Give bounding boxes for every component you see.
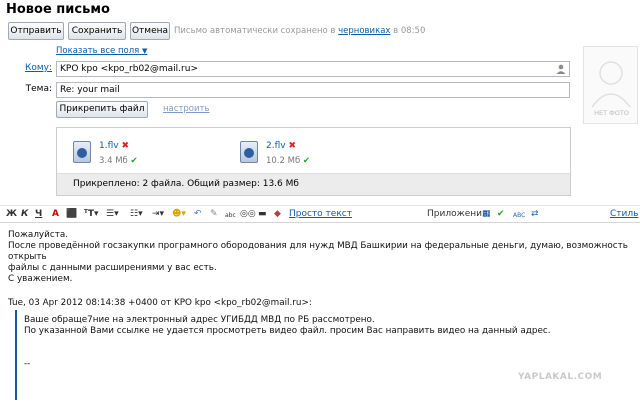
spellcheck-icon[interactable]: abc: [225, 210, 236, 222]
quoted-message: Ваше обраще7ние на электронный адрес УГИ…: [15, 310, 615, 400]
underline-button[interactable]: Ч: [35, 208, 42, 220]
quote-header: Tue, 03 Apr 2012 08:14:38 +0400 от KPO k…: [8, 298, 312, 308]
watermark: YAPLAKAL.COM: [518, 372, 603, 382]
attachment-size-1: 3.4 Мб ✔: [99, 156, 138, 166]
signature-icon[interactable]: ✎: [210, 208, 218, 220]
undo-icon[interactable]: ↶: [194, 208, 202, 220]
send-button[interactable]: Отправить: [8, 22, 64, 40]
subject-field-value: Re: your mail: [60, 85, 120, 95]
eraser-icon[interactable]: ◆: [274, 208, 281, 220]
italic-button[interactable]: К: [21, 208, 28, 220]
text-color-icon[interactable]: A: [52, 208, 59, 220]
attachment-name-1[interactable]: 1.flv ✖: [99, 141, 129, 151]
highlight-icon[interactable]: ⬛: [66, 208, 77, 220]
autosave-suffix: в 08:50: [393, 26, 426, 36]
font-size-icon[interactable]: ᵀT▾: [84, 208, 99, 220]
list-icon[interactable]: ☷▾: [130, 208, 143, 220]
quote-line: По указанной Вами ссылке не удается прос…: [24, 326, 551, 336]
translate-icon[interactable]: ◎◎: [240, 208, 256, 220]
format-toolbar: Ж К Ч A ⬛ ᵀT▾ ☰▾ ☷▾ ⇥▾ ☻▾ ↶ ✎ abc ◎◎ ▬ ◆…: [0, 205, 640, 222]
page-title: Новое письмо: [6, 2, 110, 17]
message-line: После проведённой госзакупки програмного…: [8, 241, 628, 262]
subject-label: Тема:: [25, 84, 52, 94]
configure-link[interactable]: настроить: [163, 104, 209, 114]
cancel-button[interactable]: Отмена: [130, 22, 170, 40]
indent-icon[interactable]: ⇥▾: [152, 208, 164, 220]
video-file-icon: [73, 141, 91, 163]
message-line: С уважением.: [8, 274, 73, 284]
no-photo-caption: НЕТ ФОТО: [594, 109, 629, 117]
bold-button[interactable]: Ж: [6, 208, 17, 220]
quote-signature: --: [24, 359, 31, 369]
attachments-panel: 1.flv ✖ 3.4 Мб ✔ 2.flv ✖ 10.2 Мб ✔ Прикр…: [56, 127, 571, 196]
checkmark-icon: ✔: [302, 156, 311, 166]
contact-icon[interactable]: [556, 64, 566, 74]
to-label[interactable]: Кому:: [2, 63, 52, 73]
app-check-icon[interactable]: ✔: [497, 208, 505, 220]
to-field[interactable]: KPO kpo <kpo_rb02@mail.ru>: [56, 61, 570, 77]
app-calendar-icon[interactable]: ▦: [482, 208, 491, 220]
checkmark-icon: ✔: [130, 156, 138, 166]
autosave-status: Письмо автоматически сохранено в чернови…: [174, 26, 425, 36]
smiley-icon[interactable]: ☻▾: [172, 208, 186, 220]
remove-icon[interactable]: ✖: [288, 141, 296, 151]
show-all-fields-label[interactable]: Показать все поля: [56, 46, 139, 56]
autosave-prefix: Письмо автоматически сохранено в: [174, 26, 336, 36]
horizontal-line-icon[interactable]: ▬: [258, 208, 267, 220]
attachment-name-2[interactable]: 2.flv ✖: [266, 141, 296, 151]
show-all-fields-link[interactable]: Показать все поля ▼: [56, 46, 147, 56]
avatar: НЕТ ФОТО: [583, 46, 638, 124]
drafts-link[interactable]: черновиках: [338, 26, 390, 36]
attachment-size-2: 10.2 Мб ✔: [266, 156, 311, 166]
attachments-summary: Прикреплено: 2 файла. Общий размер: 13.6…: [57, 173, 570, 195]
align-icon[interactable]: ☰▾: [106, 208, 119, 220]
user-silhouette-icon: [591, 61, 631, 108]
video-file-icon: [240, 141, 258, 163]
to-field-value: KPO kpo <kpo_rb02@mail.ru>: [60, 64, 198, 74]
app-abc-icon[interactable]: ABC: [513, 210, 525, 222]
attach-file-button[interactable]: Прикрепить файл: [56, 101, 148, 118]
apps-label: Приложения:: [427, 209, 491, 219]
app-translate-icon[interactable]: ⇄: [531, 208, 539, 220]
compose-toolbar: Отправить Сохранить Отмена Письмо автома…: [0, 20, 640, 42]
message-line: Пожалуйста.: [8, 230, 69, 240]
save-button[interactable]: Сохранить: [68, 22, 126, 40]
plain-text-link[interactable]: Просто текст: [289, 208, 352, 220]
remove-icon[interactable]: ✖: [121, 141, 129, 151]
message-body: Пожалуйста. После проведённой госзакупки…: [8, 230, 628, 285]
subject-field[interactable]: Re: your mail: [56, 82, 570, 98]
chevron-down-icon: ▼: [141, 47, 148, 55]
message-line: файлы с данными расширениями у вас есть.: [8, 263, 217, 273]
quote-line: Ваше обраще7ние на электронный адрес УГИ…: [24, 315, 375, 325]
styles-link[interactable]: Стиль: [610, 208, 638, 220]
